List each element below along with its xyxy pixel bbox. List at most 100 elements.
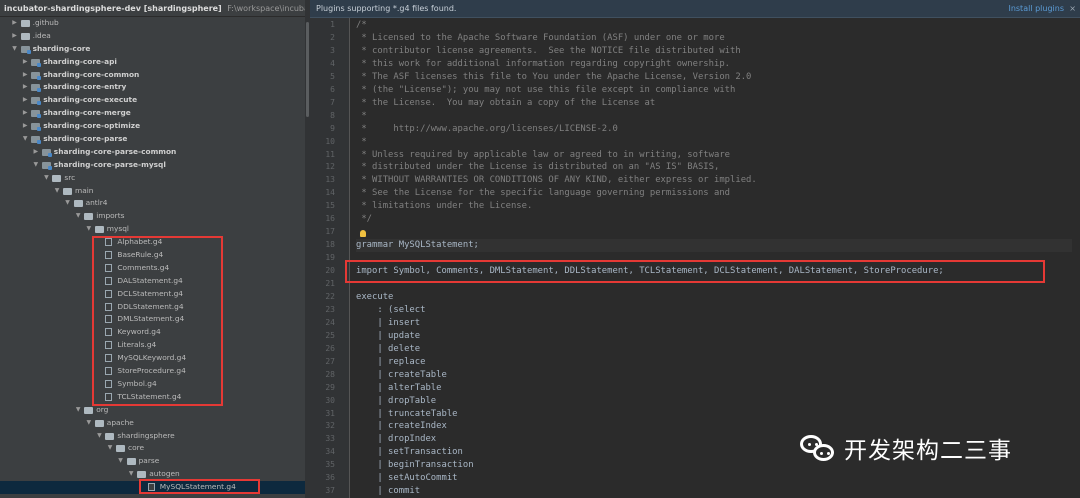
tree-folder-item[interactable]: ▼ sharding-core (0, 43, 305, 56)
code-line: | beginTransaction (356, 460, 474, 471)
chevron-right-icon[interactable]: ▶ (21, 69, 29, 82)
file-icon (105, 341, 113, 350)
tree-item-label: mysql (106, 224, 129, 234)
line-number: 5 (330, 71, 335, 81)
line-number: 22 (325, 291, 335, 301)
tree-folder-item[interactable]: ▶ .github (0, 17, 305, 30)
tree-folder-item[interactable]: ▼ mysql (0, 223, 305, 236)
file-icon (105, 276, 113, 285)
chevron-right-icon[interactable]: ▶ (11, 17, 19, 30)
chevron-down-icon[interactable]: ▼ (53, 185, 61, 198)
tree-item-label: Symbol.g4 (117, 378, 157, 388)
tree-item-label: DALStatement.g4 (117, 275, 183, 285)
close-icon[interactable]: × (1069, 0, 1076, 18)
tree-folder-item[interactable]: ▶ sharding-core-common (0, 69, 305, 82)
tree-folder-item[interactable]: ▶ sharding-core-optimize (0, 120, 305, 133)
line-number-gutter[interactable]: 1 2 3 4 5 6 7 8 9 10 11 12 13 14 15 16 17 18 19 20 21 22 23 24 2… (310, 18, 350, 498)
chevron-down-icon[interactable]: ▼ (21, 133, 29, 146)
chevron-down-icon[interactable]: ▼ (117, 455, 125, 468)
tree-scrollbar-thumb[interactable] (306, 22, 309, 117)
chevron-down-icon[interactable]: ▼ (74, 210, 82, 223)
tree-file-item[interactable]: DCLStatement.g4 (0, 288, 305, 301)
tree-folder-item[interactable]: ▼ apache (0, 417, 305, 430)
project-root-header[interactable]: incubator-shardingsphere-dev [shardingsp… (0, 0, 305, 17)
chevron-right-icon[interactable]: ▶ (21, 94, 29, 107)
chevron-down-icon[interactable]: ▼ (127, 468, 135, 481)
chevron-down-icon[interactable]: ▼ (42, 172, 50, 185)
chevron-down-icon[interactable]: ▼ (11, 43, 19, 56)
code-line: * The ASF licenses this file to You unde… (356, 71, 752, 82)
chevron-down-icon[interactable]: ▼ (74, 404, 82, 417)
code-line: | setAutoCommit (356, 473, 458, 484)
file-icon (105, 263, 113, 272)
tree-folder-item[interactable]: ▶ sharding-core-api (0, 56, 305, 69)
tree-folder-item[interactable]: ▼ parse (0, 455, 305, 468)
code-area[interactable]: /* * Licensed to the Apache Software Fou… (356, 18, 1080, 498)
tree-folder-item[interactable]: ▼ org (0, 404, 305, 417)
code-line: grammar MySQLStatement; (356, 240, 479, 251)
tree-item-label: parse (138, 456, 160, 466)
tree-folder-item[interactable]: ▼ main (0, 185, 305, 198)
tree-folder-item[interactable]: ▼ shardingsphere (0, 430, 305, 443)
line-number: 4 (330, 58, 335, 68)
tree-file-item[interactable]: TCLStatement.g4 (0, 391, 305, 404)
chevron-down-icon[interactable]: ▼ (64, 197, 72, 210)
tree-folder-item[interactable]: ▼ src (0, 172, 305, 185)
folder-icon (31, 84, 42, 93)
tree-file-item[interactable]: Symbol.g4 (0, 378, 305, 391)
tree-folder-item[interactable]: ▼ antlr4 (0, 197, 305, 210)
code-line: * WITHOUT WARRANTIES OR CONDITIONS OF AN… (356, 175, 757, 186)
tree-folder-item[interactable]: ▶ sharding-core-parse-common (0, 146, 305, 159)
chevron-right-icon[interactable]: ▶ (21, 56, 29, 69)
tree-folder-item[interactable]: ▼ autogen (0, 468, 305, 481)
line-number: 3 (330, 45, 335, 55)
chevron-down-icon[interactable]: ▼ (32, 159, 40, 172)
chevron-right-icon[interactable]: ▶ (32, 146, 40, 159)
code-line: import Symbol, Comments, DMLStatement, D… (356, 266, 944, 277)
line-number: 7 (330, 97, 335, 107)
watermark-text: 开发架构二三事 (844, 438, 1012, 464)
tree-folder-item[interactable]: ▼ imports (0, 210, 305, 223)
tree-file-item[interactable]: DDLStatement.g4 (0, 301, 305, 314)
tree-folder-item[interactable]: ▶ sharding-core-entry (0, 81, 305, 94)
line-number: 21 (325, 279, 335, 288)
tree-folder-item[interactable]: ▶ sharding-core-merge (0, 107, 305, 120)
editor-scrollbar[interactable] (1072, 18, 1080, 498)
tree-file-item[interactable]: StoreProcedure.g4 (0, 365, 305, 378)
chevron-down-icon[interactable]: ▼ (106, 442, 114, 455)
tree-file-item[interactable]: Comments.g4 (0, 262, 305, 275)
chevron-right-icon[interactable]: ▶ (21, 81, 29, 94)
tree-item-label: BaseRule.g4 (117, 250, 164, 260)
tree-item-label: TCLStatement.g4 (117, 391, 182, 401)
folder-icon (31, 123, 42, 132)
install-plugins-link[interactable]: Install plugins (1008, 0, 1064, 18)
file-icon (147, 483, 155, 492)
tree-folder-item[interactable]: ▶ sharding-core-execute (0, 94, 305, 107)
tree-file-item[interactable]: Keyword.g4 (0, 326, 305, 339)
chevron-down-icon[interactable]: ▼ (95, 430, 103, 443)
tree-item-label: Literals.g4 (117, 340, 157, 350)
tree-file-item[interactable]: MySQLKeyword.g4 (0, 352, 305, 365)
folder-icon (137, 471, 147, 479)
tree-folder-item[interactable]: ▼ sharding-core-parse (0, 133, 305, 146)
code-line: */ (356, 214, 373, 225)
tree-folder-item[interactable]: ▼ sharding-core-parse-mysql (0, 159, 305, 172)
chevron-right-icon[interactable]: ▶ (11, 30, 19, 43)
tree-file-item[interactable]: MySQLStatement.g4 (0, 481, 305, 494)
chevron-down-icon[interactable]: ▼ (85, 223, 93, 236)
tree-file-item[interactable]: BaseRule.g4 (0, 249, 305, 262)
tree-folder-item[interactable]: ▼ core (0, 442, 305, 455)
chevron-down-icon[interactable]: ▼ (85, 417, 93, 430)
tree-file-item[interactable]: Alphabet.g4 (0, 236, 305, 249)
folder-icon (20, 45, 31, 54)
lightbulb-icon[interactable] (360, 230, 366, 238)
tree-folder-item[interactable]: ▶ .idea (0, 30, 305, 43)
chevron-right-icon[interactable]: ▶ (21, 120, 29, 133)
tree-file-item[interactable]: DALStatement.g4 (0, 275, 305, 288)
tree-item-label: shardingsphere (117, 430, 175, 440)
code-line: | createTable (356, 369, 447, 380)
line-number: 10 (325, 136, 335, 146)
tree-file-item[interactable]: DMLStatement.g4 (0, 313, 305, 326)
tree-file-item[interactable]: Literals.g4 (0, 339, 305, 352)
chevron-right-icon[interactable]: ▶ (21, 107, 29, 120)
